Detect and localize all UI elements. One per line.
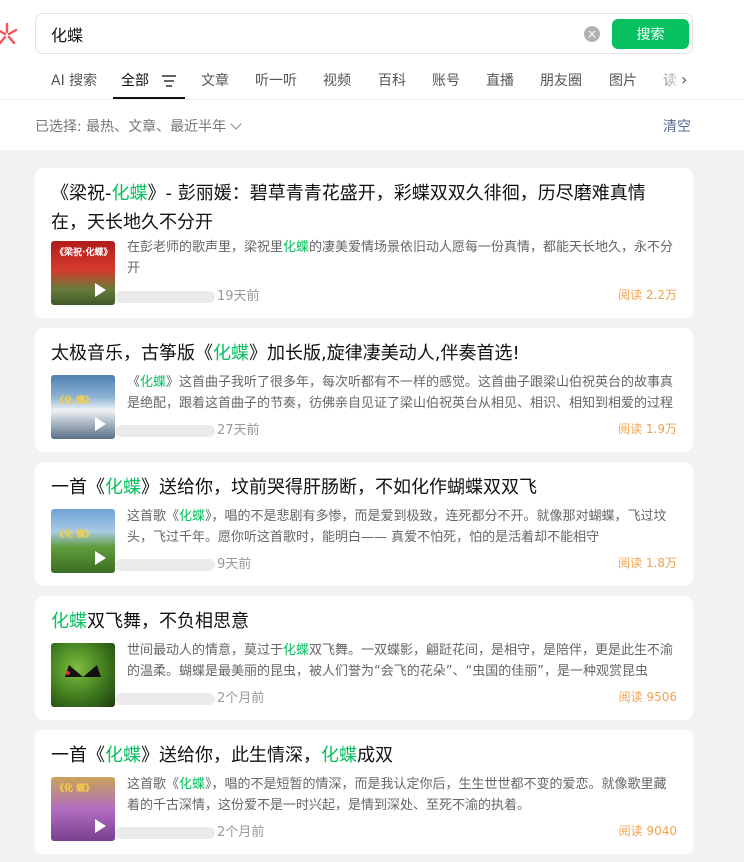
play-icon (95, 551, 106, 565)
tab-baike[interactable]: 百科 (378, 70, 406, 90)
search-header: × 搜索 AI 搜索 全部 文章 听一听 视频 百科 账号 直播 朋友圈 图片 … (0, 0, 744, 150)
filter-summary[interactable]: 已选择: 最热、文章、最近半年 (35, 116, 242, 136)
result-title[interactable]: 一首《化蝶》送给你，坟前哭得肝肠断，不如化作蝴蝶双双飞 (51, 473, 681, 502)
result-meta: 2个月前 (115, 687, 264, 706)
divider (0, 99, 744, 100)
search-button[interactable]: 搜索 (612, 19, 689, 49)
result-title[interactable]: 一首《化蝶》送给你，此生情深，化蝶成双 (51, 741, 681, 770)
result-title[interactable]: 太极音乐，古筝版《化蝶》加长版,旋律凄美动人,伴奏首选! (51, 339, 681, 368)
source-name-blurred (115, 826, 215, 839)
read-count: 阅读 1.9万 (618, 422, 677, 436)
source-name-blurred (115, 692, 215, 705)
video-thumbnail[interactable]: 《梁祝·化蝶》 (51, 241, 115, 305)
filter-icon[interactable] (162, 75, 176, 87)
clear-icon[interactable]: × (584, 26, 600, 42)
result-meta: 27天前 (115, 419, 260, 438)
sou-logo-icon[interactable] (0, 22, 20, 48)
read-count: 阅读 9506 (618, 690, 677, 704)
tab-ai-search[interactable]: AI 搜索 (51, 70, 97, 90)
result-meta: 19天前 (115, 285, 260, 304)
clear-filter-link[interactable]: 清空 (663, 116, 691, 136)
butterfly-image (65, 665, 101, 677)
result-description: 这首歌《化蝶》，唱的不是短暂的情深，而是我认定你后，生生世世都不变的爱恋。就像歌… (127, 777, 667, 813)
result-card[interactable]: 《梁祝-化蝶》- 彭丽媛：碧草青青花盛开，彩蝶双双久徘徊，历尽磨难真情在，天长地… (35, 168, 693, 318)
tab-live[interactable]: 直播 (486, 70, 514, 90)
result-meta: 9天前 (115, 553, 251, 572)
read-count: 阅读 1.8万 (618, 556, 677, 570)
search-box: × 搜索 (35, 13, 693, 54)
video-thumbnail[interactable]: 《化 蝶》 (51, 509, 115, 573)
tab-videos[interactable]: 视频 (323, 70, 351, 90)
video-thumbnail[interactable]: 《化 蝶》 (51, 777, 115, 841)
result-title[interactable]: 化蝶双飞舞，不负相思意 (51, 607, 681, 636)
result-description: 世间最动人的情意，莫过于化蝶双飞舞。一双蝶影，翩跹花间，是相守，是陪伴，更是此生… (127, 643, 674, 679)
source-name-blurred (115, 558, 215, 571)
result-card[interactable]: 太极音乐，古筝版《化蝶》加长版,旋律凄美动人,伴奏首选! 《化 蝶》 《化蝶》这… (35, 328, 693, 452)
search-input[interactable] (51, 22, 571, 46)
source-name-blurred (115, 424, 215, 437)
result-description: 这首歌《化蝶》，唱的不是悲剧有多惨，而是爱到极致，连死都分不开。就像那对蝴蝶，飞… (127, 509, 667, 545)
tab-moments[interactable]: 朋友圈 (540, 70, 582, 90)
result-card[interactable]: 化蝶双飞舞，不负相思意 世间最动人的情意，莫过于化蝶双飞舞。一双蝶影，翩跹花间，… (35, 596, 693, 720)
play-icon (95, 819, 106, 833)
chevron-right-icon[interactable]: › (681, 70, 687, 89)
tab-articles[interactable]: 文章 (201, 70, 229, 90)
read-count: 阅读 9040 (618, 824, 677, 838)
video-thumbnail[interactable]: 《化 蝶》 (51, 375, 115, 439)
tab-listen[interactable]: 听一听 (255, 70, 297, 90)
filter-value: 最热、文章、最近半年 (86, 119, 227, 135)
source-name-blurred (115, 290, 215, 303)
tab-images[interactable]: 图片 (609, 70, 637, 90)
tab-accounts[interactable]: 账号 (432, 70, 460, 90)
play-icon (95, 417, 106, 431)
result-meta: 2个月前 (115, 821, 264, 840)
chevron-down-icon (230, 118, 242, 130)
result-description: 在彭老师的歌声里，梁祝里化蝶的凄美爱情场景依旧动人愿每一份真情，都能天长地久，永… (127, 240, 674, 276)
tab-all[interactable]: 全部 (121, 70, 149, 90)
tab-bar: AI 搜索 全部 文章 听一听 视频 百科 账号 直播 朋友圈 图片 读 › (0, 62, 744, 100)
result-card[interactable]: 一首《化蝶》送给你，此生情深，化蝶成双 《化 蝶》 这首歌《化蝶》，唱的不是短暂… (35, 730, 693, 854)
filter-label: 已选择: (35, 119, 82, 135)
result-title[interactable]: 《梁祝-化蝶》- 彭丽媛：碧草青青花盛开，彩蝶双双久徘徊，历尽磨难真情在，天长地… (51, 179, 681, 237)
result-description: 《化蝶》这首曲子我听了很多年，每次听都有不一样的感觉。这首曲子跟梁山伯祝英台的故… (127, 375, 674, 411)
article-thumbnail[interactable] (51, 643, 115, 707)
play-icon (95, 283, 106, 297)
read-count: 阅读 2.2万 (618, 288, 677, 302)
result-card[interactable]: 一首《化蝶》送给你，坟前哭得肝肠断，不如化作蝴蝶双双飞 《化 蝶》 这首歌《化蝶… (35, 462, 693, 586)
